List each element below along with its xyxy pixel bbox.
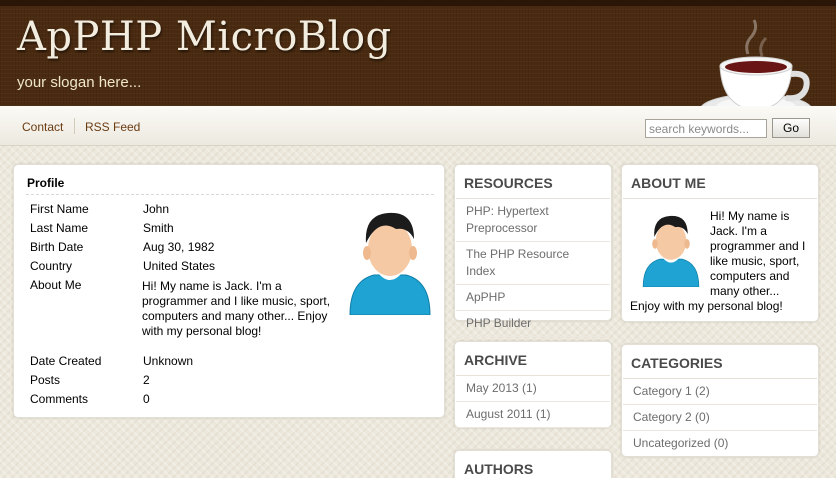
- profile-divider: [26, 194, 434, 195]
- resource-link-apphp[interactable]: ApPHP: [456, 285, 610, 311]
- categories-panel: CATEGORIES Category 1 (2) Category 2 (0)…: [621, 344, 819, 457]
- resources-panel: RESOURCES PHP: Hypertext Preprocessor Th…: [454, 164, 612, 337]
- nav-divider: [74, 118, 75, 134]
- archive-panel: ARCHIVE May 2013 (1) August 2011 (1): [454, 341, 612, 428]
- search-input[interactable]: [645, 119, 767, 138]
- field-value-posts: 2: [143, 373, 150, 387]
- category-link-1[interactable]: Category 1 (2): [623, 379, 817, 405]
- field-value-country: United States: [143, 259, 216, 273]
- archive-title: ARCHIVE: [464, 352, 528, 368]
- site-title[interactable]: ApPHP MicroBlog: [17, 14, 392, 60]
- field-label-first-name: First Name: [30, 202, 89, 216]
- categories-list: Category 1 (2) Category 2 (0) Uncategori…: [623, 379, 817, 456]
- site-slogan: your slogan here...: [17, 74, 142, 91]
- field-label-about-me: About Me: [30, 278, 82, 292]
- field-label-date-created: Date Created: [30, 354, 102, 368]
- about-me-title: ABOUT ME: [631, 175, 706, 191]
- categories-title: CATEGORIES: [631, 355, 723, 371]
- resource-link-php-index[interactable]: The PHP Resource Index: [456, 242, 610, 285]
- category-link-2[interactable]: Category 2 (0): [623, 405, 817, 431]
- archive-link-aug-2011[interactable]: August 2011 (1): [456, 402, 610, 428]
- field-value-date-created: Unknown: [143, 354, 194, 368]
- field-label-posts: Posts: [30, 373, 61, 387]
- field-value-birth-date: Aug 30, 1982: [143, 240, 215, 254]
- about-me-divider: [623, 198, 817, 199]
- profile-heading: Profile: [27, 176, 65, 190]
- resources-title: RESOURCES: [464, 175, 553, 191]
- profile-panel: Profile First Name John Last Name Smith …: [13, 164, 445, 418]
- field-label-birth-date: Birth Date: [30, 240, 84, 254]
- authors-title: AUTHORS: [464, 461, 534, 477]
- search-go-button[interactable]: Go: [772, 118, 810, 138]
- nav-rss-link[interactable]: RSS Feed: [85, 120, 140, 134]
- field-label-comments: Comments: [30, 392, 89, 406]
- resources-list: PHP: Hypertext Preprocessor The PHP Reso…: [456, 199, 610, 337]
- field-value-first-name: John: [143, 202, 170, 216]
- archive-link-may-2013[interactable]: May 2013 (1): [456, 376, 610, 402]
- authors-panel: AUTHORS: [454, 450, 612, 478]
- user-avatar-icon: [642, 215, 700, 287]
- site-header: ApPHP MicroBlog your slogan here...: [0, 0, 836, 127]
- field-label-country: Country: [30, 259, 73, 273]
- field-value-comments: 0: [143, 392, 150, 406]
- field-label-last-name: Last Name: [30, 221, 89, 235]
- resource-link-php-builder[interactable]: PHP Builder: [456, 311, 610, 337]
- nav-contact-link[interactable]: Contact: [22, 120, 63, 134]
- user-avatar-icon: [349, 212, 431, 315]
- field-value-about-me: Hi! My name is Jack. I'm a programmer an…: [142, 279, 331, 338]
- about-me-body: Hi! My name is Jack. I'm a programmer an…: [630, 209, 812, 314]
- archive-list: May 2013 (1) August 2011 (1): [456, 376, 610, 428]
- about-me-panel: ABOUT ME Hi! My name is Jack. I'm a prog…: [621, 164, 819, 322]
- category-link-uncategorized[interactable]: Uncategorized (0): [623, 431, 817, 456]
- field-value-last-name: Smith: [143, 221, 174, 235]
- resource-link-php[interactable]: PHP: Hypertext Preprocessor: [456, 199, 610, 242]
